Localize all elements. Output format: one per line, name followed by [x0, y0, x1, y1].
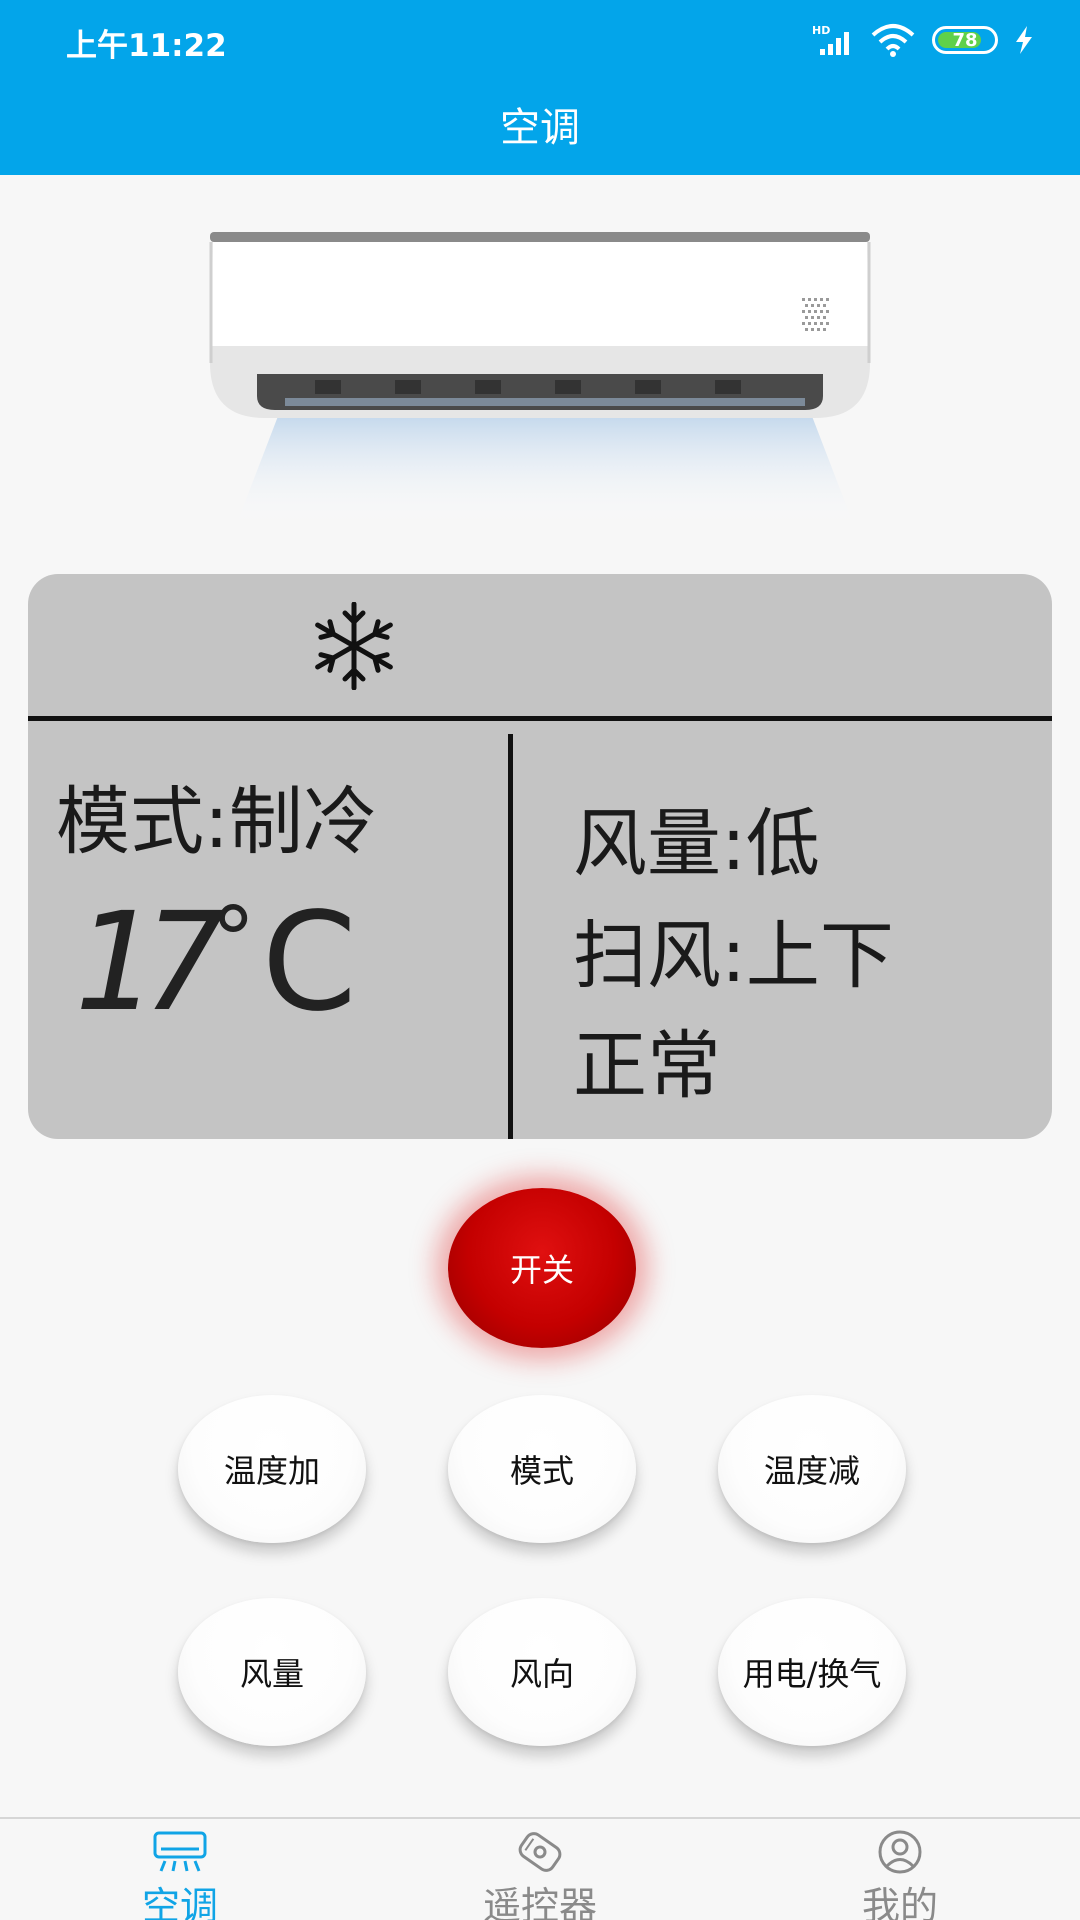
power-vent-button[interactable]: 用电/换气	[718, 1598, 906, 1746]
state-readout: 正常	[573, 1023, 721, 1109]
nav-item-air-conditioner[interactable]: 空调	[80, 1829, 280, 1920]
profile-icon	[878, 1830, 922, 1874]
battery-icon: 78	[932, 26, 998, 54]
nav-item-profile[interactable]: 我的	[800, 1829, 1000, 1920]
nav-label-remote: 遥控器	[482, 1884, 597, 1920]
wifi-icon	[871, 24, 915, 57]
mode-readout: 模式:制冷	[56, 779, 377, 865]
nav-item-remote[interactable]: 遥控器	[440, 1829, 640, 1920]
signal-icon: HD	[812, 24, 849, 55]
temperature-unit: C	[261, 884, 357, 1042]
nav-label-profile: 我的	[861, 1884, 938, 1920]
temp-up-button[interactable]: 温度加	[178, 1395, 366, 1543]
bottom-nav: 空调 遥控器 我的	[0, 1817, 1080, 1920]
air-conditioner-icon	[153, 1831, 207, 1872]
swing-readout: 扫风:上下	[573, 913, 894, 999]
temp-down-button[interactable]: 温度减	[718, 1395, 906, 1543]
snowflake-icon	[315, 602, 393, 690]
degree-symbol: °	[210, 888, 256, 993]
display-divider-horizontal	[28, 716, 1052, 721]
wind-direction-button[interactable]: 风向	[448, 1598, 636, 1746]
power-button[interactable]: 开关	[448, 1188, 636, 1348]
fan-speed-button[interactable]: 风量	[178, 1598, 366, 1746]
page-title: 空调	[500, 105, 580, 151]
air-conditioner-illustration	[209, 232, 871, 528]
status-icons: HD 78	[812, 22, 1034, 58]
display-divider-vertical	[508, 734, 513, 1139]
remote-control-icon	[518, 1832, 562, 1872]
nav-label-air-conditioner: 空调	[141, 1884, 218, 1920]
wind-readout: 风量:低	[573, 801, 820, 887]
app-screen: 上午11:22 HD 78 空调 模式:制冷 17°C 风量:低 扫风:上下 正…	[0, 0, 1080, 1920]
battery-level: 78	[952, 29, 978, 51]
app-header: 上午11:22 HD 78 空调	[0, 0, 1080, 175]
svg-text:HD: HD	[812, 24, 830, 37]
temperature-readout: 17°C	[73, 884, 357, 1042]
mode-button[interactable]: 模式	[448, 1395, 636, 1543]
charging-icon	[1016, 26, 1032, 54]
status-time: 上午11:22	[66, 28, 227, 64]
temperature-value: 17	[73, 884, 225, 1042]
ac-status-display: 模式:制冷 17°C 风量:低 扫风:上下 正常	[28, 574, 1052, 1139]
